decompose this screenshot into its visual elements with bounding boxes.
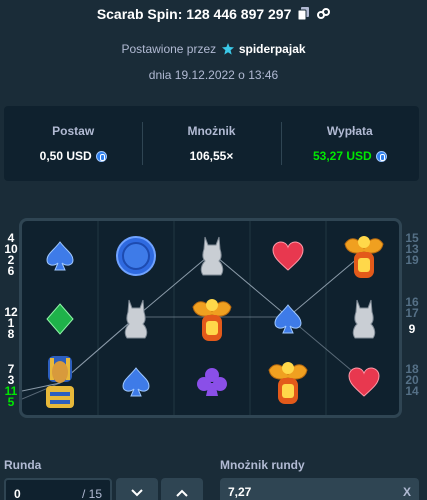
vip-star-icon bbox=[221, 42, 234, 60]
payline-numbers-left-top: 4 10 2 6 bbox=[2, 232, 20, 278]
usdc-coin-icon bbox=[375, 150, 387, 162]
round-multiplier-value: 7,27 bbox=[228, 485, 252, 499]
payline-numbers-right-bottom: 18 20 14 bbox=[403, 363, 421, 398]
previous-round-button[interactable] bbox=[161, 478, 203, 500]
link-icon[interactable] bbox=[317, 5, 331, 25]
symbol-spade-blue bbox=[98, 350, 174, 414]
stat-label: Wypłata bbox=[326, 124, 373, 138]
payout-amount: 53,27 USD bbox=[312, 149, 372, 163]
payline-number: 19 bbox=[405, 253, 419, 267]
bet-amount: 0,50 USD bbox=[39, 149, 92, 163]
placed-by-prefix: Postawione przez bbox=[121, 42, 217, 56]
stat-payout: Wypłata 53,27 USD bbox=[280, 106, 419, 181]
stat-label: Mnożnik bbox=[187, 124, 236, 138]
round-multiplier-field: 7,27 X bbox=[220, 478, 419, 500]
username-link[interactable]: spiderpajak bbox=[239, 42, 306, 56]
chevron-up-icon bbox=[176, 489, 188, 497]
round-value[interactable]: 0 bbox=[14, 487, 21, 500]
symbol-spade-blue bbox=[250, 287, 326, 351]
symbol-spade-blue bbox=[22, 224, 98, 288]
bet-title: Scarab Spin: 128 446 897 297 bbox=[0, 4, 427, 24]
symbol-scarab bbox=[174, 287, 250, 351]
payline-numbers-left-bottom: 7 3 11 5 bbox=[2, 363, 20, 409]
bet-date: dnia 19.12.2022 o 13:46 bbox=[148, 68, 279, 82]
payline-number: 6 bbox=[7, 264, 15, 278]
symbol-heart-red bbox=[326, 350, 402, 414]
payline-number: 17 bbox=[405, 306, 419, 320]
symbol-blue-coin bbox=[98, 224, 174, 288]
symbol-heart-red bbox=[250, 224, 326, 288]
symbol-cat-statue bbox=[98, 287, 174, 351]
payline-number: 8 bbox=[7, 327, 15, 341]
symbol-club-purple bbox=[174, 350, 250, 414]
placed-by: Postawione przez spiderpajak bbox=[0, 40, 427, 60]
symbol-cat-statue bbox=[174, 224, 250, 288]
round-label: Runda bbox=[4, 458, 42, 472]
stat-value-wrap: 53,27 USD bbox=[313, 149, 387, 163]
multiplier-value: 106,55× bbox=[189, 149, 234, 163]
round-multiplier-label: Mnożnik rundy bbox=[220, 458, 305, 472]
chevron-down-icon bbox=[131, 489, 143, 497]
symbol-diamond-green bbox=[22, 287, 98, 351]
stat-multiplier: Mnożnik 106,55× bbox=[142, 106, 280, 181]
payline-numbers-right-top: 15 13 19 bbox=[403, 232, 421, 267]
payline-number-winning: 5 bbox=[7, 395, 15, 409]
usdc-coin-icon bbox=[95, 150, 107, 162]
symbol-scarab bbox=[326, 224, 402, 288]
round-input[interactable]: 0 / 15 bbox=[4, 478, 112, 500]
symbol-pharaoh bbox=[22, 350, 98, 414]
slot-reels-board bbox=[19, 218, 402, 418]
payline-numbers-right-mid: 16 17 9 bbox=[403, 296, 421, 336]
round-total: / 15 bbox=[81, 487, 102, 500]
payline-number: 14 bbox=[405, 384, 419, 398]
payline-number-active: 9 bbox=[408, 322, 416, 336]
stat-bet: Postaw 0,50 USD bbox=[4, 106, 142, 181]
bet-title-text: Scarab Spin: 128 446 897 297 bbox=[96, 6, 292, 22]
stat-label: Postaw bbox=[52, 124, 95, 138]
copy-icon[interactable] bbox=[297, 5, 310, 25]
stat-value-wrap: 0,50 USD bbox=[40, 149, 107, 163]
next-round-button[interactable] bbox=[116, 478, 158, 500]
symbol-cat-statue bbox=[326, 287, 402, 351]
bet-stats-panel: Postaw 0,50 USD Mnożnik 106,55× Wypłata … bbox=[4, 106, 419, 181]
symbol-scarab bbox=[250, 350, 326, 414]
multiplier-suffix: X bbox=[402, 485, 411, 499]
payline-numbers-left-mid: 12 1 8 bbox=[2, 306, 20, 341]
